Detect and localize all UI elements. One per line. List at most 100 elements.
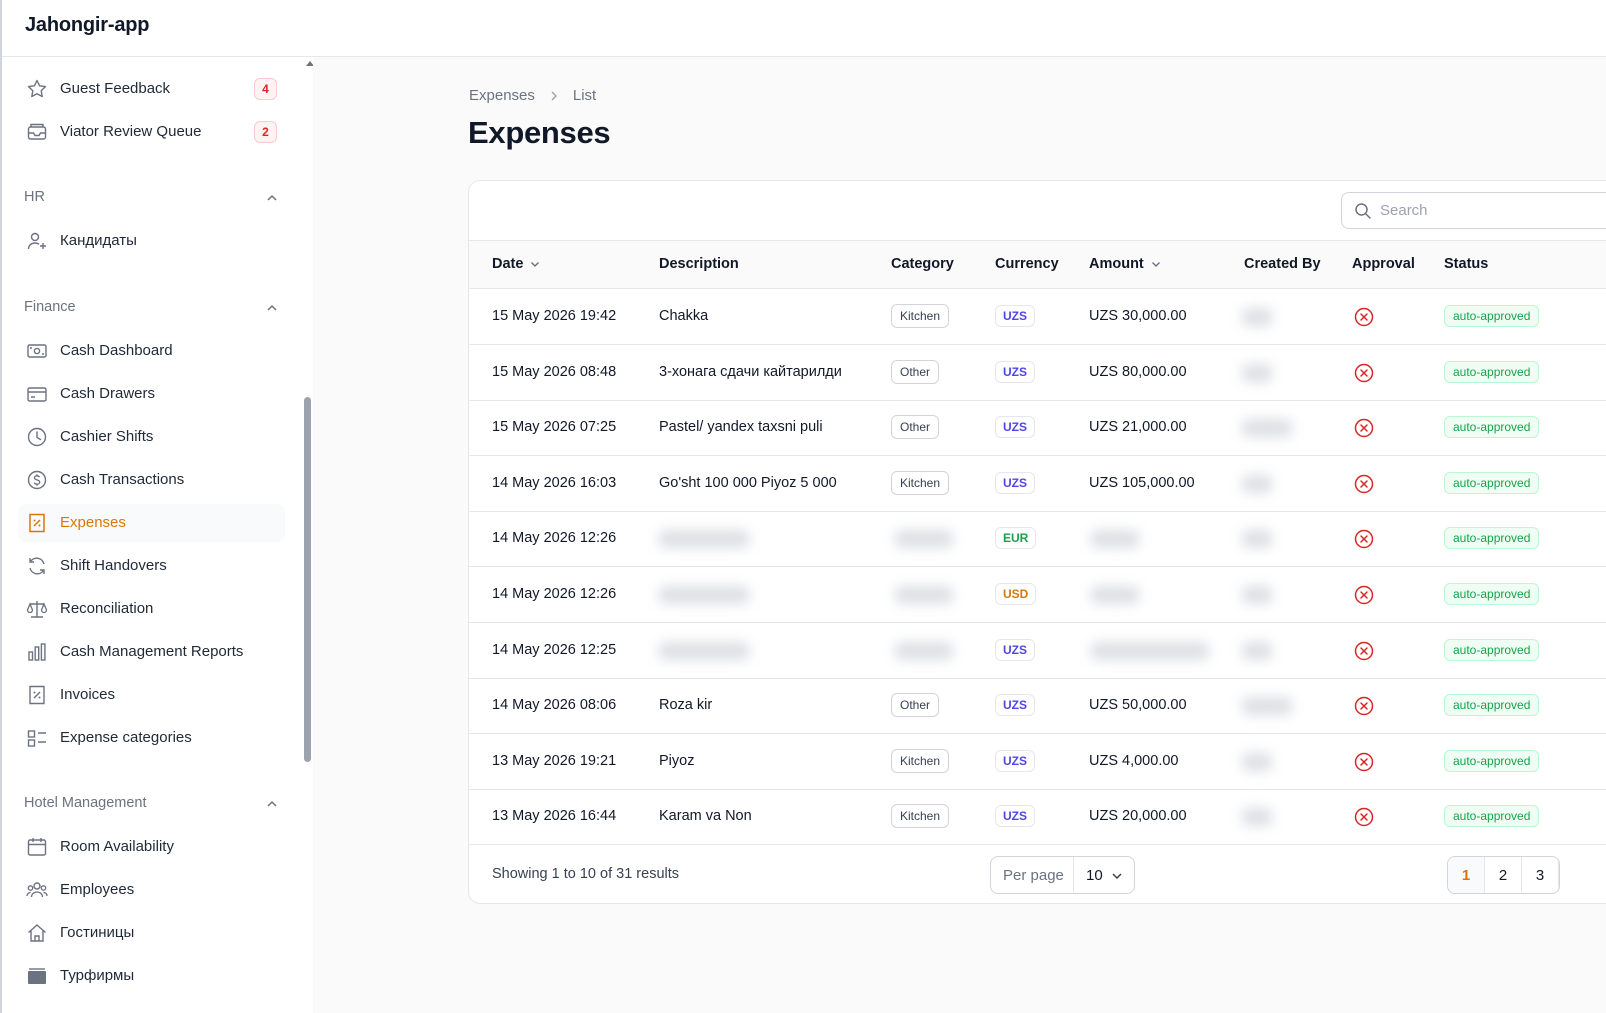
page-button-1[interactable]: 1: [1448, 857, 1485, 893]
sidebar-item-label: Cash Transactions: [60, 471, 185, 488]
column-header-label: Amount: [1089, 256, 1144, 272]
table-row[interactable]: 14 May 2026 12:26 USD auto-approved: [469, 567, 1606, 623]
sidebar-item-reconciliation[interactable]: Reconciliation: [18, 590, 285, 628]
expenses-table-card: Date Description Category Currency Amount Cre…: [468, 180, 1606, 904]
status-badge: auto-approved: [1444, 638, 1540, 661]
pagination: 123: [1447, 856, 1560, 894]
column-header-label: Currency: [995, 256, 1059, 272]
table-row[interactable]: 15 May 2026 19:42 Chakka Kitchen UZS UZS 30,…: [469, 289, 1606, 345]
column-header-label: Approval: [1352, 256, 1415, 272]
description-cell: Roza kir: [659, 697, 713, 714]
status-badge: auto-approved: [1444, 471, 1540, 494]
column-header-date[interactable]: Date: [492, 256, 541, 272]
per-page-value[interactable]: 10: [1086, 867, 1103, 884]
table-row[interactable]: 15 May 2026 08:48 3-хонага сдачи кайтарил…: [469, 345, 1606, 401]
sidebar-item-cash-transactions[interactable]: Cash Transactions: [18, 461, 285, 499]
status-badge: auto-approved: [1444, 749, 1540, 772]
search-icon: [1355, 203, 1371, 219]
redacted-created-by: [1242, 697, 1292, 716]
per-page-select[interactable]: Per page 10: [990, 856, 1135, 894]
column-header-created-by: Created By: [1244, 256, 1321, 272]
table-row[interactable]: 15 May 2026 07:25 Pastel/ yandex taxsni p…: [469, 400, 1606, 457]
redacted-created-by: [1242, 808, 1272, 827]
x-circle-icon[interactable]: [1353, 306, 1375, 328]
status-badge: auto-approved: [1444, 305, 1540, 327]
sort-chevron-down-icon[interactable]: [529, 258, 541, 270]
sidebar-item-viator-review-queue[interactable]: Viator Review Queue 2: [18, 113, 285, 151]
x-circle-icon[interactable]: [1353, 417, 1375, 439]
x-circle-icon[interactable]: [1353, 473, 1375, 495]
table-row[interactable]: 13 May 2026 19:21 Piyoz Kitchen UZS UZS 4,00…: [469, 734, 1606, 790]
sidebar-item-home-icon[interactable]: Гостиницы: [18, 914, 285, 952]
sidebar-item-label: Турфирмы: [60, 967, 135, 984]
page-title: Expenses: [468, 115, 611, 150]
column-header-status: Status: [1444, 256, 1488, 272]
sidebar-item-guest-feedback[interactable]: Guest Feedback 4: [18, 70, 285, 108]
column-header-label: Description: [659, 256, 739, 272]
table-toolbar: [469, 181, 1606, 241]
sidebar-item-cash-management-reports[interactable]: Cash Management Reports: [18, 633, 285, 671]
receipt-percent-icon: [26, 512, 48, 534]
sidebar-item-label: Cashier Shifts: [60, 428, 154, 445]
currency-badge: UZS: [995, 749, 1035, 772]
clock-icon: [26, 426, 48, 448]
user-plus-icon: [26, 230, 48, 252]
redacted-amount: [1091, 586, 1139, 604]
sidebar-item-folder-icon[interactable]: Турфирмы: [18, 957, 285, 995]
main-content: Expenses List Expenses Date Description Ca…: [313, 57, 1606, 1013]
scroll-up-arrow-icon[interactable]: [306, 61, 313, 66]
table-row[interactable]: 14 May 2026 12:25 UZS auto-approved: [469, 623, 1606, 679]
breadcrumb-parent[interactable]: Expenses: [469, 87, 535, 104]
search-box[interactable]: [1341, 192, 1606, 229]
sort-chevron-down-icon[interactable]: [1150, 258, 1162, 270]
sidebar-item-invoices[interactable]: Invoices: [18, 676, 285, 714]
amount-cell: UZS 30,000.00: [1089, 308, 1187, 324]
column-header-amount[interactable]: Amount: [1089, 256, 1162, 272]
x-circle-icon[interactable]: [1353, 528, 1375, 550]
x-circle-icon[interactable]: [1353, 584, 1375, 606]
sidebar-scroll-thumb[interactable]: [304, 397, 311, 762]
sidebar-item-cash-drawers[interactable]: Cash Drawers: [18, 375, 285, 413]
page-button-2[interactable]: 2: [1485, 857, 1522, 893]
x-circle-icon[interactable]: [1353, 751, 1375, 773]
sidebar: Guest Feedback 4 Viator Review Queue 2 HR Кан…: [2, 57, 313, 1013]
x-circle-icon[interactable]: [1353, 806, 1375, 828]
amount-cell: UZS 20,000.00: [1089, 808, 1187, 825]
users-icon: [26, 879, 48, 901]
sidebar-item-shift-handovers[interactable]: Shift Handovers: [18, 547, 285, 585]
description-cell: Piyoz: [659, 752, 695, 769]
date-cell: 14 May 2026 08:06: [492, 697, 617, 714]
sidebar-item-cash-dashboard[interactable]: Cash Dashboard: [18, 332, 285, 370]
sidebar-item-expenses[interactable]: Expenses: [18, 504, 285, 542]
sidebar-item-cashier-shifts[interactable]: Cashier Shifts: [18, 418, 285, 456]
sidebar-item-user-plus-icon[interactable]: Кандидаты: [18, 222, 285, 260]
per-page-divider: [1073, 857, 1074, 893]
table-row[interactable]: 14 May 2026 08:06 Roza kir Other UZS UZS 50,…: [469, 678, 1606, 735]
calendar-icon: [26, 836, 48, 858]
app-brand[interactable]: Jahongir-app: [25, 14, 149, 37]
table-row[interactable]: 14 May 2026 16:03 Go'sht 100 000 Piyoz 5 …: [469, 456, 1606, 512]
folder-icon: [26, 965, 48, 987]
x-circle-icon[interactable]: [1353, 640, 1375, 662]
nav-group-hr[interactable]: HR: [24, 187, 279, 211]
redacted-amount: [1091, 641, 1209, 660]
search-input[interactable]: [1380, 193, 1606, 228]
description-cell: 3-хонага сдачи кайтарилди: [659, 363, 842, 380]
nav-group-finance[interactable]: Finance: [24, 297, 279, 321]
chevron-up-icon: [265, 191, 279, 205]
sidebar-item-employees[interactable]: Employees: [18, 871, 285, 909]
table-row[interactable]: 14 May 2026 12:26 EUR auto-approved: [469, 511, 1606, 568]
nav-group-hotel-management[interactable]: Hotel Management: [24, 793, 279, 817]
x-circle-icon[interactable]: [1353, 362, 1375, 384]
chevron-right-icon: [551, 91, 557, 100]
table-row[interactable]: 13 May 2026 16:44 Karam va Non Kitchen UZS U…: [469, 789, 1606, 846]
sidebar-item-expense-categories[interactable]: Expense categories: [18, 719, 285, 757]
x-circle-icon[interactable]: [1353, 695, 1375, 717]
status-badge: auto-approved: [1444, 416, 1540, 439]
date-cell: 13 May 2026 19:21: [492, 752, 617, 769]
sidebar-item-room-availability[interactable]: Room Availability: [18, 828, 285, 866]
results-summary: Showing 1 to 10 of 31 results: [492, 866, 680, 882]
sidebar-item-label: Employees: [60, 881, 135, 898]
redacted-category: [895, 530, 953, 549]
page-button-3[interactable]: 3: [1522, 857, 1559, 893]
